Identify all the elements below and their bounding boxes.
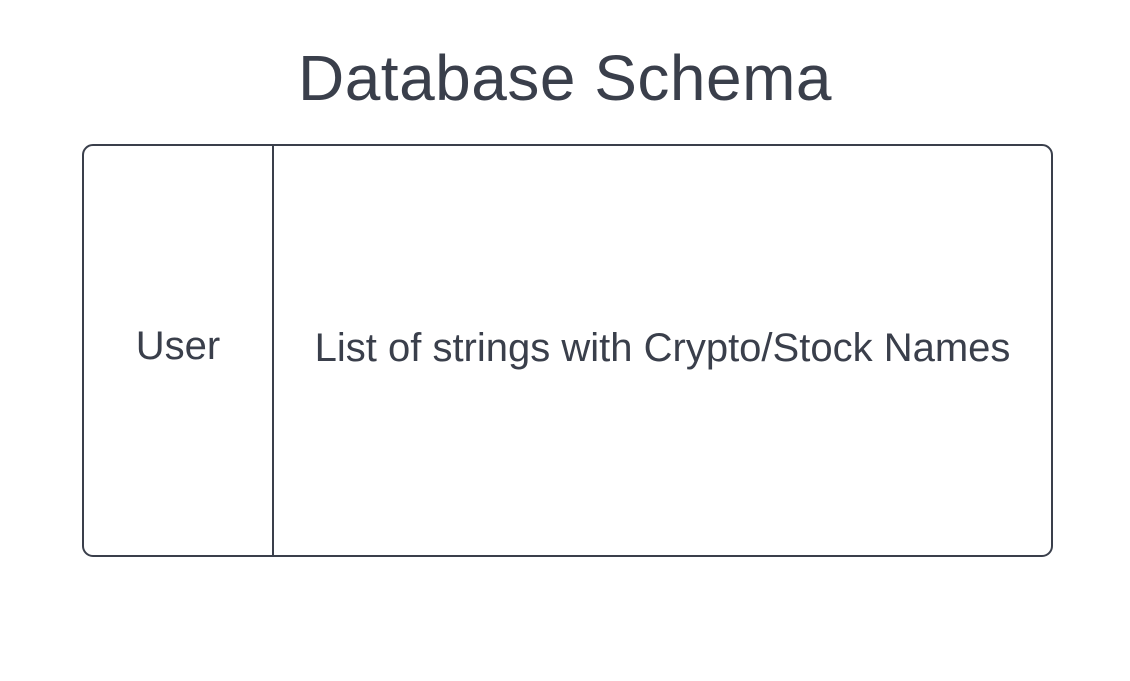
schema-cell-list-label: List of strings with Crypto/Stock Names [314, 325, 1011, 370]
schema-cell-user: User [84, 146, 274, 555]
schema-table: User List of strings with Crypto/Stock N… [82, 144, 1053, 557]
diagram-title: Database Schema [297, 42, 833, 114]
schema-cell-list: List of strings with Crypto/Stock Names [274, 146, 1051, 555]
schema-cell-user-label: User [135, 323, 221, 368]
